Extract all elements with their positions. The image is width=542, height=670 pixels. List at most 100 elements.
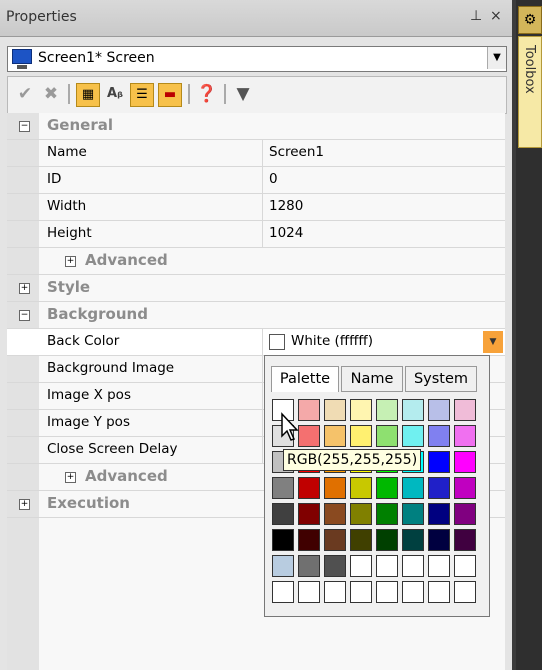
color-cell[interactable] — [350, 581, 372, 603]
toolbox-tab[interactable]: Toolbox — [518, 36, 542, 148]
collapse-icon[interactable]: − — [19, 121, 30, 132]
color-cell[interactable] — [298, 503, 320, 525]
color-cell[interactable] — [402, 503, 424, 525]
color-cell[interactable] — [324, 555, 346, 577]
color-cell[interactable] — [428, 581, 450, 603]
color-cell[interactable] — [376, 555, 398, 577]
property-value[interactable]: 0 — [269, 171, 278, 187]
property-row-back-color[interactable]: Back Color White (ffffff) ▼ — [7, 329, 505, 356]
property-row-name[interactable]: Name Screen1 — [7, 140, 505, 167]
expand-icon[interactable]: + — [19, 499, 30, 510]
tab-system[interactable]: System — [405, 366, 477, 392]
color-cell[interactable] — [298, 581, 320, 603]
color-cell[interactable] — [324, 399, 346, 421]
alphabetical-view-icon[interactable]: Aᵦ — [104, 83, 126, 105]
property-row-width[interactable]: Width 1280 — [7, 194, 505, 221]
tab-name[interactable]: Name — [341, 366, 403, 392]
color-cell[interactable] — [454, 529, 476, 551]
color-cell[interactable] — [272, 529, 294, 551]
pin-icon[interactable]: ⊥ — [470, 8, 482, 24]
column-divider — [262, 356, 263, 382]
delete-icon[interactable]: ✖ — [40, 83, 62, 105]
object-selector[interactable]: Screen1* Screen ▼ — [7, 46, 507, 72]
property-row-height[interactable]: Height 1024 — [7, 221, 505, 248]
expand-icon[interactable]: + — [19, 283, 30, 294]
category-style[interactable]: + Style — [7, 275, 505, 302]
color-cell[interactable] — [350, 555, 372, 577]
category-general-advanced[interactable]: + Advanced — [7, 248, 505, 275]
color-cell[interactable] — [402, 529, 424, 551]
column-divider — [262, 329, 263, 355]
property-value[interactable]: Screen1 — [269, 144, 324, 160]
help-icon[interactable]: ❓ — [196, 83, 218, 105]
expand-icon[interactable]: + — [65, 256, 76, 267]
chevron-down-icon[interactable]: ▼ — [487, 47, 506, 69]
tab-palette[interactable]: Palette — [271, 366, 339, 392]
property-name: Image X pos — [47, 387, 131, 403]
property-value[interactable]: 1024 — [269, 225, 303, 241]
color-cell[interactable] — [324, 503, 346, 525]
color-cell[interactable] — [402, 399, 424, 421]
color-cell[interactable] — [350, 529, 372, 551]
color-cell[interactable] — [350, 477, 372, 499]
category-label: Style — [47, 278, 91, 296]
collapse-icon[interactable]: − — [19, 310, 30, 321]
color-cell[interactable] — [428, 529, 450, 551]
color-cell[interactable] — [376, 581, 398, 603]
column-divider — [262, 383, 263, 409]
property-value[interactable]: White (ffffff) — [291, 333, 373, 349]
color-cell[interactable] — [454, 555, 476, 577]
color-cell[interactable] — [324, 477, 346, 499]
color-cell[interactable] — [454, 425, 476, 447]
categorized-view-icon[interactable]: ▦ — [76, 83, 100, 107]
color-cell[interactable] — [376, 503, 398, 525]
category-background[interactable]: − Background — [7, 302, 505, 329]
color-cell[interactable] — [324, 425, 346, 447]
color-cell[interactable] — [428, 555, 450, 577]
color-cell[interactable] — [428, 503, 450, 525]
color-cell[interactable] — [402, 555, 424, 577]
color-cell[interactable] — [454, 503, 476, 525]
property-value[interactable]: 1280 — [269, 198, 303, 214]
color-cell[interactable] — [402, 425, 424, 447]
color-cell[interactable] — [428, 425, 450, 447]
checkmark-icon[interactable]: ✔ — [14, 83, 36, 105]
color-cell[interactable] — [272, 503, 294, 525]
category-general[interactable]: − General — [7, 113, 505, 140]
color-cell[interactable] — [376, 399, 398, 421]
expand-icon[interactable]: + — [65, 472, 76, 483]
color-cell[interactable] — [350, 425, 372, 447]
color-cell[interactable] — [376, 425, 398, 447]
color-dropdown-button[interactable]: ▼ — [483, 331, 503, 353]
color-cell[interactable] — [428, 399, 450, 421]
column-divider — [262, 437, 263, 463]
color-cell[interactable] — [428, 477, 450, 499]
color-cell[interactable] — [402, 477, 424, 499]
toolbox-icon[interactable]: ⚙ — [518, 6, 542, 34]
rgb-tooltip: RGB(255,255,255) — [283, 449, 422, 471]
color-cell[interactable] — [454, 451, 476, 473]
color-cell[interactable] — [376, 529, 398, 551]
properties-view-icon[interactable]: ☰ — [130, 83, 154, 107]
filter-icon[interactable]: ▼ — [232, 83, 254, 105]
color-cell[interactable] — [324, 581, 346, 603]
color-cell[interactable] — [454, 581, 476, 603]
color-cell[interactable] — [298, 555, 320, 577]
color-cell[interactable] — [454, 477, 476, 499]
property-row-id[interactable]: ID 0 — [7, 167, 505, 194]
close-icon[interactable]: × — [490, 8, 502, 24]
color-cell[interactable] — [350, 399, 372, 421]
events-view-icon[interactable]: ▬ — [158, 83, 182, 107]
color-cell[interactable] — [272, 555, 294, 577]
color-cell[interactable] — [402, 581, 424, 603]
color-cell[interactable] — [272, 581, 294, 603]
color-cell[interactable] — [428, 451, 450, 473]
color-cell[interactable] — [454, 399, 476, 421]
object-selector-value: Screen1* Screen — [38, 50, 155, 66]
color-cell[interactable] — [324, 529, 346, 551]
color-cell[interactable] — [376, 477, 398, 499]
color-cell[interactable] — [350, 503, 372, 525]
color-cell[interactable] — [272, 477, 294, 499]
color-cell[interactable] — [298, 529, 320, 551]
color-cell[interactable] — [298, 477, 320, 499]
